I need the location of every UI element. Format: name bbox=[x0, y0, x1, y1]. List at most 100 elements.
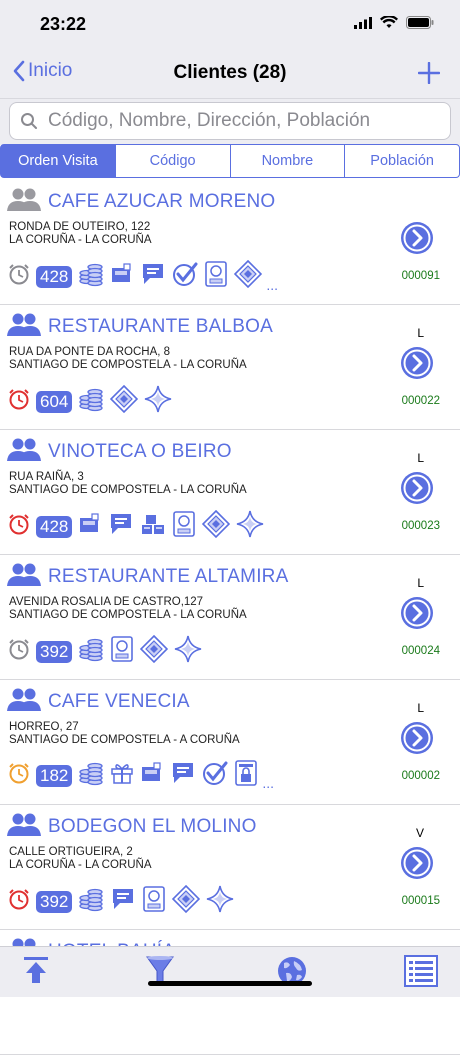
invoice-icon[interactable] bbox=[110, 262, 134, 291]
diamond-icon[interactable] bbox=[172, 884, 201, 918]
visit-count-badge[interactable]: 392 bbox=[36, 890, 73, 913]
list-menu-button[interactable] bbox=[404, 955, 438, 992]
client-actions: 182... bbox=[8, 760, 274, 791]
open-client-button[interactable] bbox=[400, 471, 434, 510]
client-name: RESTAURANTE BALBOA bbox=[48, 316, 273, 337]
clock-icon bbox=[8, 513, 30, 540]
star-icon[interactable] bbox=[236, 510, 264, 543]
coins-icon[interactable] bbox=[78, 636, 104, 667]
client-row[interactable]: RESTAURANTE BALBOA L RUA DA PONTE DA ROCHA… bbox=[0, 305, 460, 430]
client-row[interactable]: BODEGON EL MOLINO V CALLE ORTIGUEIRA, 2 LA … bbox=[0, 805, 460, 930]
segment-orden-visita[interactable]: Orden Visita bbox=[0, 144, 116, 178]
client-name: VINOTECA O BEIRO bbox=[48, 441, 232, 462]
map-button[interactable] bbox=[276, 955, 308, 992]
status-time: 23:22 bbox=[40, 14, 87, 34]
device-icon[interactable] bbox=[172, 511, 196, 542]
clients-group-icon bbox=[7, 187, 41, 218]
status-bar: 23:22 bbox=[0, 0, 460, 48]
open-client-button[interactable] bbox=[400, 846, 434, 885]
client-row[interactable]: VINOTECA O BEIRO L RUA RAIÑA, 3 SANTIAGO DE… bbox=[0, 430, 460, 555]
page-title: Clientes (28) bbox=[173, 62, 287, 83]
open-client-button[interactable] bbox=[400, 596, 434, 635]
client-city: SANTIAGO DE COMPOSTELA - A CORUÑA bbox=[9, 734, 240, 746]
coins-icon[interactable] bbox=[78, 261, 104, 292]
client-name: RESTAURANTE ALTAMIRA bbox=[48, 566, 289, 587]
visit-count-badge[interactable]: 604 bbox=[36, 390, 73, 413]
clients-group-icon bbox=[7, 687, 41, 718]
segment-codigo[interactable]: Código bbox=[115, 144, 231, 178]
client-code: 000015 bbox=[401, 895, 440, 907]
chevron-right-circle-icon bbox=[400, 222, 434, 259]
plus-icon bbox=[417, 61, 441, 85]
client-actions: 604 bbox=[8, 384, 172, 418]
visit-count-badge[interactable]: 428 bbox=[36, 515, 73, 538]
client-actions: 428... bbox=[8, 259, 278, 293]
wifi-icon bbox=[380, 16, 398, 28]
client-actions: 392 bbox=[8, 884, 234, 918]
client-row[interactable]: CAFE VENECIA L HORREO, 27 SANTIAGO DE COMPO… bbox=[0, 680, 460, 805]
client-route-letter: L bbox=[417, 451, 424, 465]
add-client-button[interactable] bbox=[417, 56, 441, 90]
client-row[interactable]: RESTAURANTE ALTAMIRA L AVENIDA ROSALIA DE … bbox=[0, 555, 460, 680]
search-input[interactable] bbox=[46, 109, 450, 133]
visit-count-badge[interactable]: 182 bbox=[36, 764, 73, 787]
checkmark-icon[interactable] bbox=[172, 261, 198, 292]
coins-icon[interactable] bbox=[78, 386, 104, 417]
device-icon[interactable] bbox=[204, 261, 228, 292]
visit-count-badge[interactable]: 428 bbox=[36, 265, 73, 288]
diamond-icon[interactable] bbox=[202, 509, 231, 543]
invoice-icon[interactable] bbox=[140, 761, 164, 790]
client-route-letter: L bbox=[417, 326, 424, 340]
clock-icon bbox=[8, 638, 30, 665]
client-city: SANTIAGO DE COMPOSTELA - LA CORUÑA bbox=[9, 484, 247, 496]
clock-icon bbox=[8, 388, 30, 415]
client-code: 000022 bbox=[401, 395, 440, 407]
invoice-icon[interactable] bbox=[78, 512, 102, 541]
client-address: RUA RAIÑA, 3 bbox=[9, 471, 84, 483]
client-city: SANTIAGO DE COMPOSTELA - LA CORUÑA bbox=[9, 359, 247, 371]
filter-button[interactable] bbox=[146, 955, 174, 992]
bottom-toolbar bbox=[0, 946, 460, 997]
open-client-button[interactable] bbox=[400, 346, 434, 385]
message-icon[interactable] bbox=[110, 887, 136, 916]
battery-icon bbox=[406, 16, 434, 29]
message-icon[interactable] bbox=[108, 512, 134, 541]
segment-poblacion[interactable]: Población bbox=[345, 144, 460, 178]
client-name: BODEGON EL MOLINO bbox=[48, 816, 257, 837]
search-bar bbox=[9, 102, 451, 140]
coins-icon[interactable] bbox=[78, 886, 104, 917]
arrow-up-to-top-icon bbox=[24, 957, 48, 983]
client-city: LA CORUÑA - LA CORUÑA bbox=[9, 234, 152, 246]
open-client-button[interactable] bbox=[400, 221, 434, 260]
star-icon[interactable] bbox=[206, 885, 234, 918]
home-indicator bbox=[148, 981, 312, 986]
chevron-right-circle-icon bbox=[400, 722, 434, 759]
client-list: CAFE AZUCAR MORENO RONDA DE OUTEIRO, 122 L… bbox=[0, 180, 460, 1055]
scroll-top-button[interactable] bbox=[22, 955, 50, 990]
boxes-icon[interactable] bbox=[140, 512, 166, 541]
open-client-button[interactable] bbox=[400, 721, 434, 760]
device-icon[interactable] bbox=[110, 636, 134, 667]
star-icon[interactable] bbox=[174, 635, 202, 668]
coins-icon[interactable] bbox=[78, 760, 104, 791]
client-name: CAFE AZUCAR MORENO bbox=[48, 191, 276, 212]
message-icon[interactable] bbox=[140, 262, 166, 291]
star-icon[interactable] bbox=[144, 385, 172, 418]
client-route-letter: L bbox=[417, 701, 424, 715]
segment-nombre[interactable]: Nombre bbox=[230, 144, 346, 178]
message-icon[interactable] bbox=[170, 761, 196, 790]
gift-icon[interactable] bbox=[110, 761, 134, 790]
diamond-icon[interactable] bbox=[110, 384, 139, 418]
client-row[interactable]: CAFE AZUCAR MORENO RONDA DE OUTEIRO, 122 L… bbox=[0, 180, 460, 305]
diamond-icon[interactable] bbox=[234, 259, 263, 293]
status-icons bbox=[354, 16, 434, 29]
chevron-right-circle-icon bbox=[400, 597, 434, 634]
search-icon bbox=[21, 113, 37, 129]
client-city: LA CORUÑA - LA CORUÑA bbox=[9, 859, 152, 871]
client-code: 000024 bbox=[401, 645, 440, 657]
checkmark-icon[interactable] bbox=[202, 760, 228, 791]
locked-document-icon[interactable] bbox=[234, 760, 258, 791]
diamond-icon[interactable] bbox=[140, 634, 169, 668]
visit-count-badge[interactable]: 392 bbox=[36, 640, 73, 663]
device-icon[interactable] bbox=[142, 886, 166, 917]
